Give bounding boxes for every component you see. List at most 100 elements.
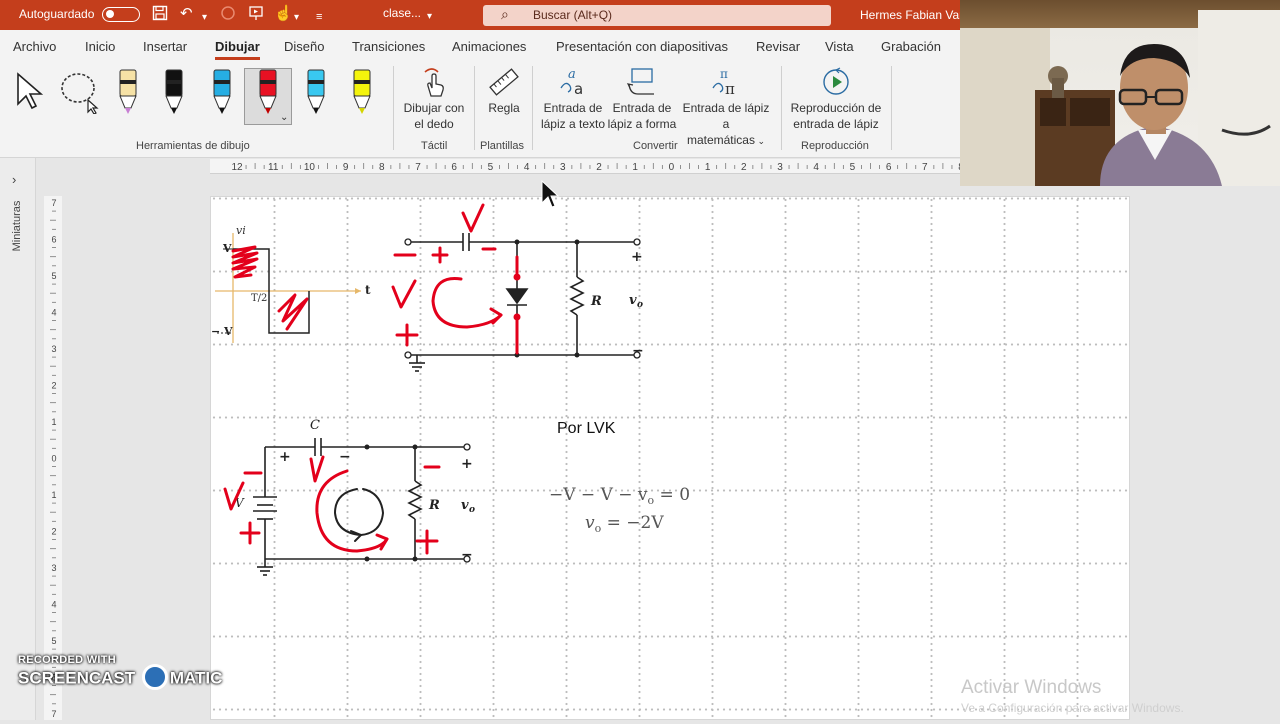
tab-diseno[interactable]: Diseño [284,39,324,54]
ruler-tick-label: 1 [632,162,638,173]
screencast-recorded-with: RECORDED WITH [18,654,117,666]
ruler-tick-label: 7 [415,162,421,173]
tab-archivo[interactable]: Archivo [13,39,56,54]
vertical-scrollbar[interactable] [1270,186,1280,720]
ink-to-text-label-2: lápiz a texto [540,117,606,131]
tab-presentacion[interactable]: Presentación con diapositivas [556,39,728,54]
save-icon[interactable] [152,5,168,26]
yellow-highlighter-icon[interactable] [348,68,376,119]
redo-icon[interactable] [220,5,236,26]
draw-with-finger-label-2: el dedo [414,117,454,131]
black-pen-icon[interactable] [160,68,188,119]
ink-to-math-dropdown-icon[interactable]: ⌄ [755,136,765,146]
ruler-tick-label: 2 [741,162,747,173]
red-ink-annotations-1 [231,203,519,355]
draw-with-finger-icon[interactable] [420,66,448,101]
draw-with-finger-label-1: Dibujar con [403,101,465,115]
ruler-tick-label: 1 [51,417,56,427]
pencil-pen-icon[interactable] [114,68,142,119]
touch-mode-icon[interactable]: ☝ [274,5,293,23]
ruler-tick-label: 4 [51,600,56,610]
ink-to-math-button[interactable]: Entrada de lápiz a matemáticas ⌄ [678,100,774,149]
separator [891,66,892,150]
tab-dibujar[interactable]: Dibujar [215,39,260,60]
draw-with-finger-button[interactable]: Dibujar con el dedo [398,100,470,132]
autosave-toggle[interactable] [102,7,140,22]
ribbon-tabs: Archivo Inicio Insertar Dibujar Diseño T… [0,30,960,60]
ruler-tick-label: 1 [51,490,56,500]
ink-to-text-icon[interactable]: aa [558,66,590,101]
ruler-tick-label: 3 [51,563,56,573]
ink-replay-icon[interactable] [820,66,852,101]
lvk-title: Por LVK [557,420,616,437]
cyan-pencil-icon[interactable] [302,68,330,119]
tab-inicio[interactable]: Inicio [85,39,115,54]
vo-sub-label-1: o [637,300,643,310]
ruler-tick-label: 3 [777,162,783,173]
select-cursor-icon[interactable] [14,70,46,115]
ink-to-shape-button[interactable]: Entrada de lápiz a forma [606,100,678,132]
screencast-logo-icon [141,664,168,690]
ink-replay-label-1: Reproducción de [790,101,882,115]
present-icon[interactable] [248,5,264,26]
group-label-touch: Táctil [421,140,448,152]
red-pen-icon[interactable] [254,68,282,119]
equation-2: vo = −2V [585,513,664,535]
ruler-tick-label: 5 [850,162,856,173]
ruler-tick-label: 4 [51,308,56,318]
svg-text:π: π [720,67,728,81]
user-name[interactable]: Hermes Fabian Varc [860,8,969,22]
search-box[interactable]: ⌕ Buscar (Alt+Q) [483,5,831,26]
thumbnails-panel: › Miniaturas [0,158,36,720]
ink-replay-label-2: entrada de lápiz [793,117,879,131]
activate-windows-title: Activar Windows [961,677,1102,698]
undo-icon[interactable]: ↶ [180,5,193,23]
ruler-tick-label: 4 [524,162,530,173]
ruler-label: Regla [488,101,520,115]
undo-dropdown-icon[interactable]: ▾ [202,9,207,27]
ink-replay-button[interactable]: Reproducción de entrada de lápiz [786,100,886,132]
vo-label-2: v [461,498,469,513]
tab-transiciones[interactable]: Transiciones [352,39,425,54]
ruler-tick-label: 9 [343,162,349,173]
ink-to-text-button[interactable]: Entrada de lápiz a texto [538,100,608,132]
vo-sub-label-2: o [469,505,475,515]
v-plus-label: V [222,242,232,255]
tab-animaciones[interactable]: Animaciones [452,39,526,54]
lasso-select-icon[interactable] [58,70,102,117]
cyan-pen-icon[interactable] [208,68,236,119]
ruler-icon[interactable] [488,66,520,101]
minus-sign-cap: − [339,449,351,465]
document-dropdown-icon[interactable]: ▾ [427,8,432,26]
pen-options-chevron-icon[interactable]: ⌄ [280,112,288,123]
ruler-tick-label: 2 [596,162,602,173]
ink-to-shape-icon[interactable] [626,66,658,101]
tab-vista[interactable]: Vista [825,39,854,54]
screencast-watermark: RECORDED WITH SCREENCAST MATIC [18,654,222,690]
t-half-label: T/2 [251,293,267,304]
ruler-tick-label: 12 [231,162,243,173]
tab-grabacion[interactable]: Grabación [881,39,941,54]
ink-to-math-icon[interactable]: ππ [710,66,742,101]
tab-revisar[interactable]: Revisar [756,39,800,54]
group-label-convert: Convertir [633,140,678,152]
ribbon: ⌄ Dibujar con el dedo Regla aa Entrada d… [0,60,960,158]
thumbnails-label[interactable]: Miniaturas [11,189,23,263]
svg-text:a: a [574,80,583,98]
minus-sign-2: − [461,547,473,563]
ink-to-text-label-1: Entrada de [543,101,603,115]
horizontal-ruler: 121110987654321012345678 [210,159,989,174]
mouse-cursor-icon [540,179,560,213]
ink-to-shape-label-2: lápiz a forma [607,117,677,131]
tab-insertar[interactable]: Insertar [143,39,187,54]
expand-chevron-icon[interactable]: › [12,172,16,187]
ruler-tick-label: 11 [268,162,279,173]
touch-dropdown-icon[interactable]: ▾ [294,9,299,27]
plus-sign-cap: + [279,449,291,465]
ruler-button[interactable]: Regla [484,100,524,116]
customize-qat-icon[interactable]: ≡ [316,8,322,26]
slide-canvas[interactable]: vi V − V t T/2 R v o + − C V R v o + − +… [210,196,1130,720]
ruler-tick-label: 5 [488,162,494,173]
resistor-r-label-1: R [590,294,602,309]
document-name[interactable]: clase... [383,6,421,20]
